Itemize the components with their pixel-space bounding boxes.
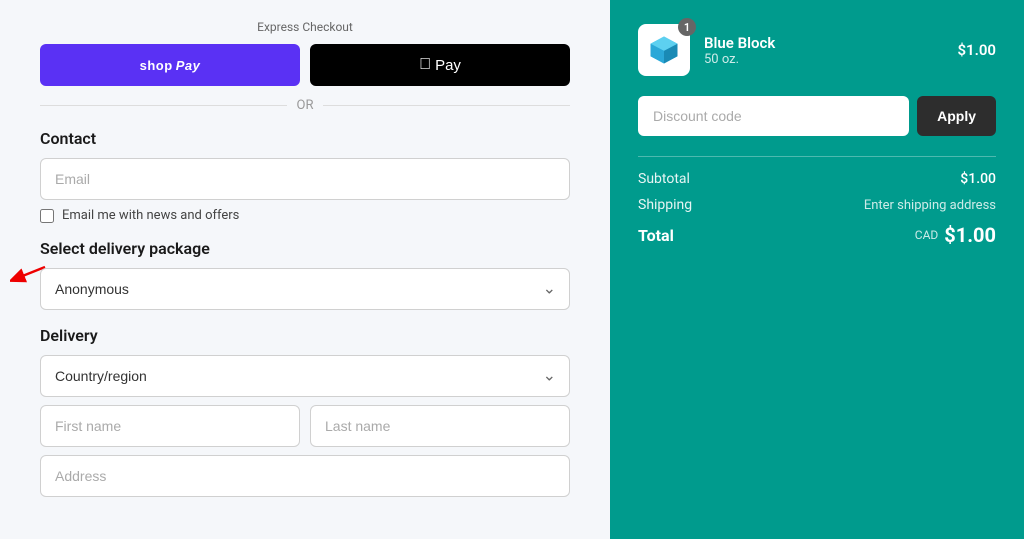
- address-input[interactable]: [40, 455, 570, 497]
- subtotal-value: $1.00: [960, 171, 996, 187]
- blue-block-icon: [646, 32, 682, 68]
- delivery-package-title: Select delivery package: [40, 239, 570, 258]
- right-panel: 1 Blue Block 50 oz. $1.00 Apply Subtotal…: [610, 0, 1024, 539]
- apple-pay-button[interactable]:  Pay: [310, 44, 570, 86]
- delivery-package-section: Select delivery package Anonymous: [40, 239, 570, 310]
- apple-logo-icon: : [419, 56, 431, 74]
- name-row: [40, 405, 570, 447]
- express-checkout-label: Express Checkout: [40, 20, 570, 34]
- total-label: Total: [638, 226, 674, 245]
- apply-discount-button[interactable]: Apply: [917, 96, 996, 136]
- subtotal-label: Subtotal: [638, 171, 690, 187]
- product-quantity-badge: 1: [678, 18, 696, 36]
- newsletter-row: Email me with news and offers: [40, 208, 570, 223]
- order-summary: Subtotal $1.00 Shipping Enter shipping a…: [638, 156, 996, 247]
- delivery-section: Delivery Country/region: [40, 326, 570, 505]
- product-row: 1 Blue Block 50 oz. $1.00: [638, 24, 996, 76]
- shipping-value: Enter shipping address: [864, 198, 996, 213]
- delivery-package-select-wrapper: Anonymous: [40, 268, 570, 310]
- total-currency: CAD: [915, 228, 939, 242]
- country-select-wrapper: Country/region: [40, 355, 570, 397]
- contact-section: Contact Email me with news and offers: [40, 129, 570, 223]
- discount-code-input[interactable]: [638, 96, 909, 136]
- country-select[interactable]: Country/region: [40, 355, 570, 397]
- email-input[interactable]: [40, 158, 570, 200]
- first-name-input[interactable]: [40, 405, 300, 447]
- subtotal-row: Subtotal $1.00: [638, 171, 996, 187]
- last-name-input[interactable]: [310, 405, 570, 447]
- express-buttons: shopPay  Pay: [40, 44, 570, 86]
- newsletter-checkbox[interactable]: [40, 209, 54, 223]
- contact-title: Contact: [40, 129, 570, 148]
- product-info: Blue Block 50 oz.: [704, 34, 943, 67]
- product-price: $1.00: [957, 41, 996, 59]
- total-value-group: CAD $1.00: [915, 223, 996, 247]
- shop-pay-button[interactable]: shopPay: [40, 44, 300, 86]
- product-name: Blue Block: [704, 34, 943, 52]
- or-text: OR: [297, 98, 314, 113]
- delivery-package-select[interactable]: Anonymous: [40, 268, 570, 310]
- or-divider: OR: [40, 98, 570, 113]
- delivery-title: Delivery: [40, 326, 570, 345]
- product-description: 50 oz.: [704, 52, 943, 67]
- product-image-wrapper: 1: [638, 24, 690, 76]
- discount-row: Apply: [638, 96, 996, 136]
- total-row: Total CAD $1.00: [638, 223, 996, 247]
- total-amount: $1.00: [944, 223, 996, 247]
- left-panel: Express Checkout shopPay  Pay OR Contac…: [0, 0, 610, 539]
- shop-pay-icon: shopPay: [140, 58, 201, 73]
- newsletter-label: Email me with news and offers: [62, 208, 239, 223]
- shipping-row: Shipping Enter shipping address: [638, 197, 996, 213]
- shipping-label: Shipping: [638, 197, 692, 213]
- apple-pay-label: Pay: [435, 57, 461, 74]
